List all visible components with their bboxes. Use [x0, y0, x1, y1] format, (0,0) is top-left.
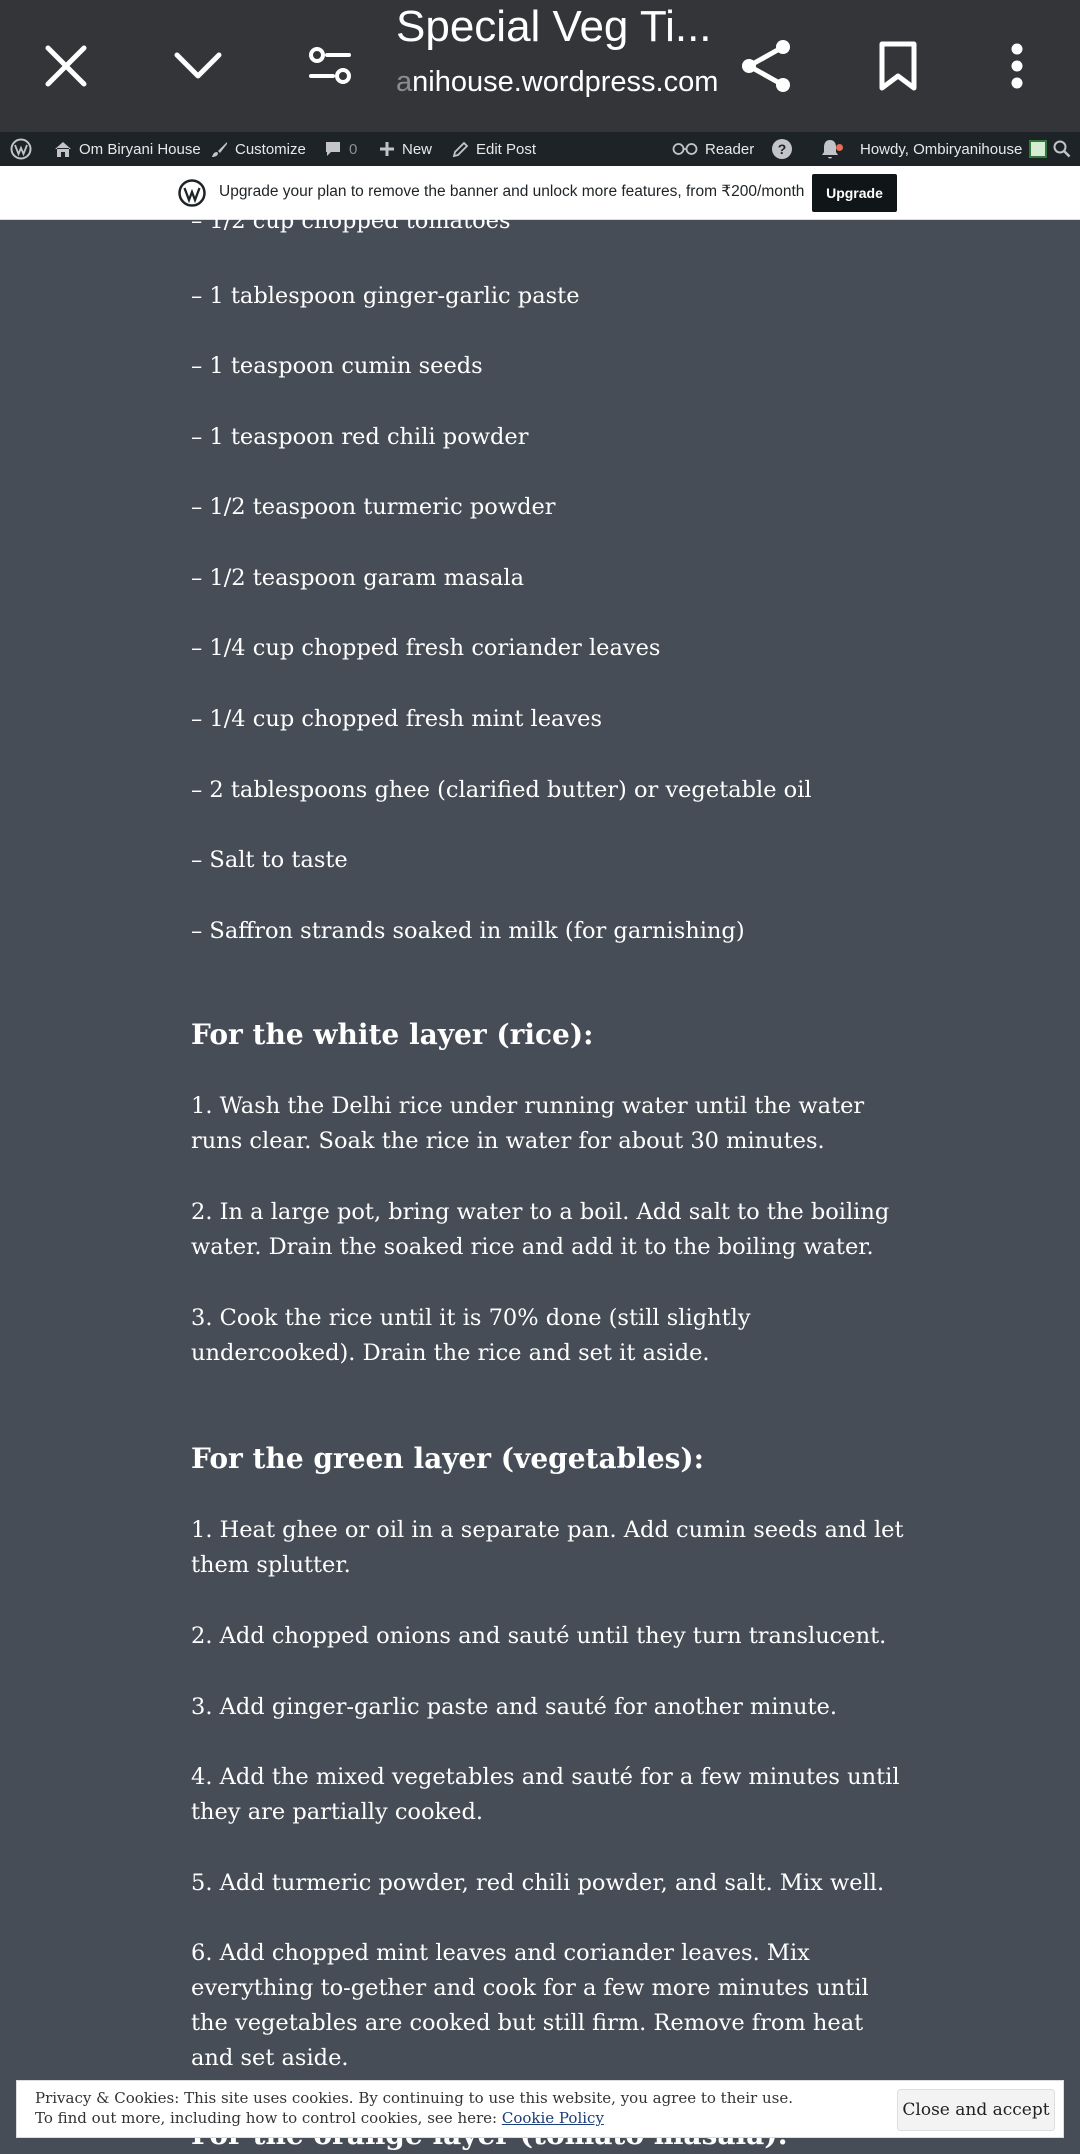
collapse-button[interactable] [148, 16, 248, 116]
chevron-down-icon [174, 52, 222, 79]
cookie-line-2-text: To find out more, including how to contr… [35, 2109, 502, 2127]
ingredient-item: – 2 tablespoons ghee (clarified butter) … [191, 777, 812, 803]
green-layer-heading: For the green layer (vegetables): [191, 1442, 704, 1475]
account-menu[interactable]: Howdy, Ombiryanihouse [860, 132, 1048, 166]
close-tab-button[interactable] [16, 16, 116, 116]
url-text: nihouse.wordpress.com [412, 66, 719, 98]
plus-icon [380, 142, 394, 156]
green-layer-step: 2. Add chopped onions and sauté until th… [191, 1623, 887, 1649]
white-layer-step: 2. In a large pot, bring water to a boil… [191, 1199, 890, 1260]
share-button[interactable] [716, 16, 816, 116]
pencil-icon [452, 141, 469, 157]
bookmark-button[interactable] [848, 16, 948, 116]
comment-icon [326, 141, 340, 156]
svg-text:?: ? [778, 141, 787, 157]
new-label: New [402, 140, 433, 158]
share-icon [742, 40, 790, 92]
white-layer-heading: For the white layer (rice): [191, 1018, 594, 1051]
ingredient-item: – Saffron strands soaked in milk (for ga… [191, 918, 745, 944]
admin-search-button[interactable] [1053, 132, 1071, 166]
browser-toolbar: Special Veg Ti... anihouse.wordpress.com [0, 0, 1080, 132]
more-options-button[interactable] [967, 16, 1067, 116]
cookie-policy-link[interactable]: Cookie Policy [502, 2109, 604, 2127]
search-icon [1053, 140, 1071, 158]
avatar [1029, 140, 1048, 158]
green-layer-step: 5. Add turmeric powder, red chili powder… [191, 1870, 885, 1896]
green-layer-step: 6. Add chopped mint leaves and coriander… [191, 1940, 869, 2071]
comments-count: 0 [349, 140, 358, 158]
more-vert-icon [1011, 43, 1023, 89]
green-layer-step: 4. Add the mixed vegetables and sauté fo… [191, 1764, 900, 1825]
cookie-line-1: Privacy & Cookies: This site uses cookie… [35, 2089, 793, 2107]
green-layer-step: 1. Heat ghee or oil in a separate pan. A… [191, 1517, 904, 1578]
reader-label: Reader [705, 140, 755, 158]
reader-link[interactable]: Reader [672, 132, 754, 166]
upgrade-banner-text: Upgrade your plan to remove the banner a… [219, 183, 805, 200]
bookmark-icon [879, 41, 917, 91]
howdy-label: Howdy, Ombiryanihouse [860, 140, 1023, 158]
edit-post-label: Edit Post [476, 140, 537, 158]
notification-wrapper [820, 138, 843, 160]
url-faded-part: a [396, 66, 413, 98]
wordpress-icon [10, 138, 32, 160]
wordpress-logo-icon [178, 179, 206, 207]
edit-post-link[interactable]: Edit Post [452, 132, 536, 166]
brush-icon [212, 141, 227, 157]
ingredient-item: – 1 teaspoon red chili powder [191, 424, 529, 450]
close-icon [45, 45, 87, 87]
tune-icon [309, 47, 351, 84]
cookie-text: Privacy & Cookies: This site uses cookie… [35, 2088, 793, 2128]
home-icon [55, 141, 71, 157]
cookie-line-2: To find out more, including how to contr… [35, 2108, 793, 2128]
ingredient-item: – Salt to taste [191, 847, 348, 873]
ingredient-item: – 1 tablespoon ginger-garlic paste [191, 283, 580, 309]
customize-link[interactable]: Customize [211, 132, 306, 166]
site-name: Om Biryani House [79, 140, 201, 158]
ingredient-item: – 1/2 teaspoon turmeric powder [191, 494, 556, 520]
site-name-link[interactable]: Om Biryani House [54, 132, 201, 166]
help-icon: ? [772, 139, 792, 159]
notifications-button[interactable] [820, 132, 843, 166]
page-url[interactable]: anihouse.wordpress.com [396, 66, 718, 99]
upgrade-button[interactable]: Upgrade [812, 174, 897, 212]
white-layer-step: 1. Wash the Delhi rice under running wat… [191, 1093, 865, 1154]
wordpress-logo-button[interactable] [10, 132, 32, 166]
upgrade-banner: Upgrade your plan to remove the banner a… [0, 166, 1080, 220]
new-content-link[interactable]: New [379, 132, 432, 166]
page-title: Special Veg Ti... [396, 2, 712, 51]
ingredient-item: – 1/2 cup chopped tomatoes [191, 208, 511, 234]
notification-dot [836, 144, 843, 151]
ingredient-item: – 1/2 teaspoon garam masala [191, 565, 525, 591]
customize-label: Customize [235, 140, 306, 158]
help-button[interactable]: ? [772, 132, 792, 166]
white-layer-step: 3. Cook the rice until it is 70% done (s… [191, 1305, 751, 1366]
close-and-accept-button[interactable]: Close and accept [897, 2089, 1055, 2131]
comments-link[interactable]: 0 [324, 132, 357, 166]
glasses-icon [672, 143, 698, 155]
ingredient-item: – 1 teaspoon cumin seeds [191, 353, 483, 379]
ingredient-item: – 1/4 cup chopped fresh coriander leaves [191, 635, 661, 661]
cookie-banner: Privacy & Cookies: This site uses cookie… [16, 2080, 1064, 2138]
ingredient-item: – 1/4 cup chopped fresh mint leaves [191, 706, 603, 732]
page-settings-button[interactable] [280, 16, 380, 116]
green-layer-step: 3. Add ginger-garlic paste and sauté for… [191, 1694, 838, 1720]
wp-admin-bar: Om Biryani House Customize 0 New Edit Po… [0, 132, 1080, 166]
